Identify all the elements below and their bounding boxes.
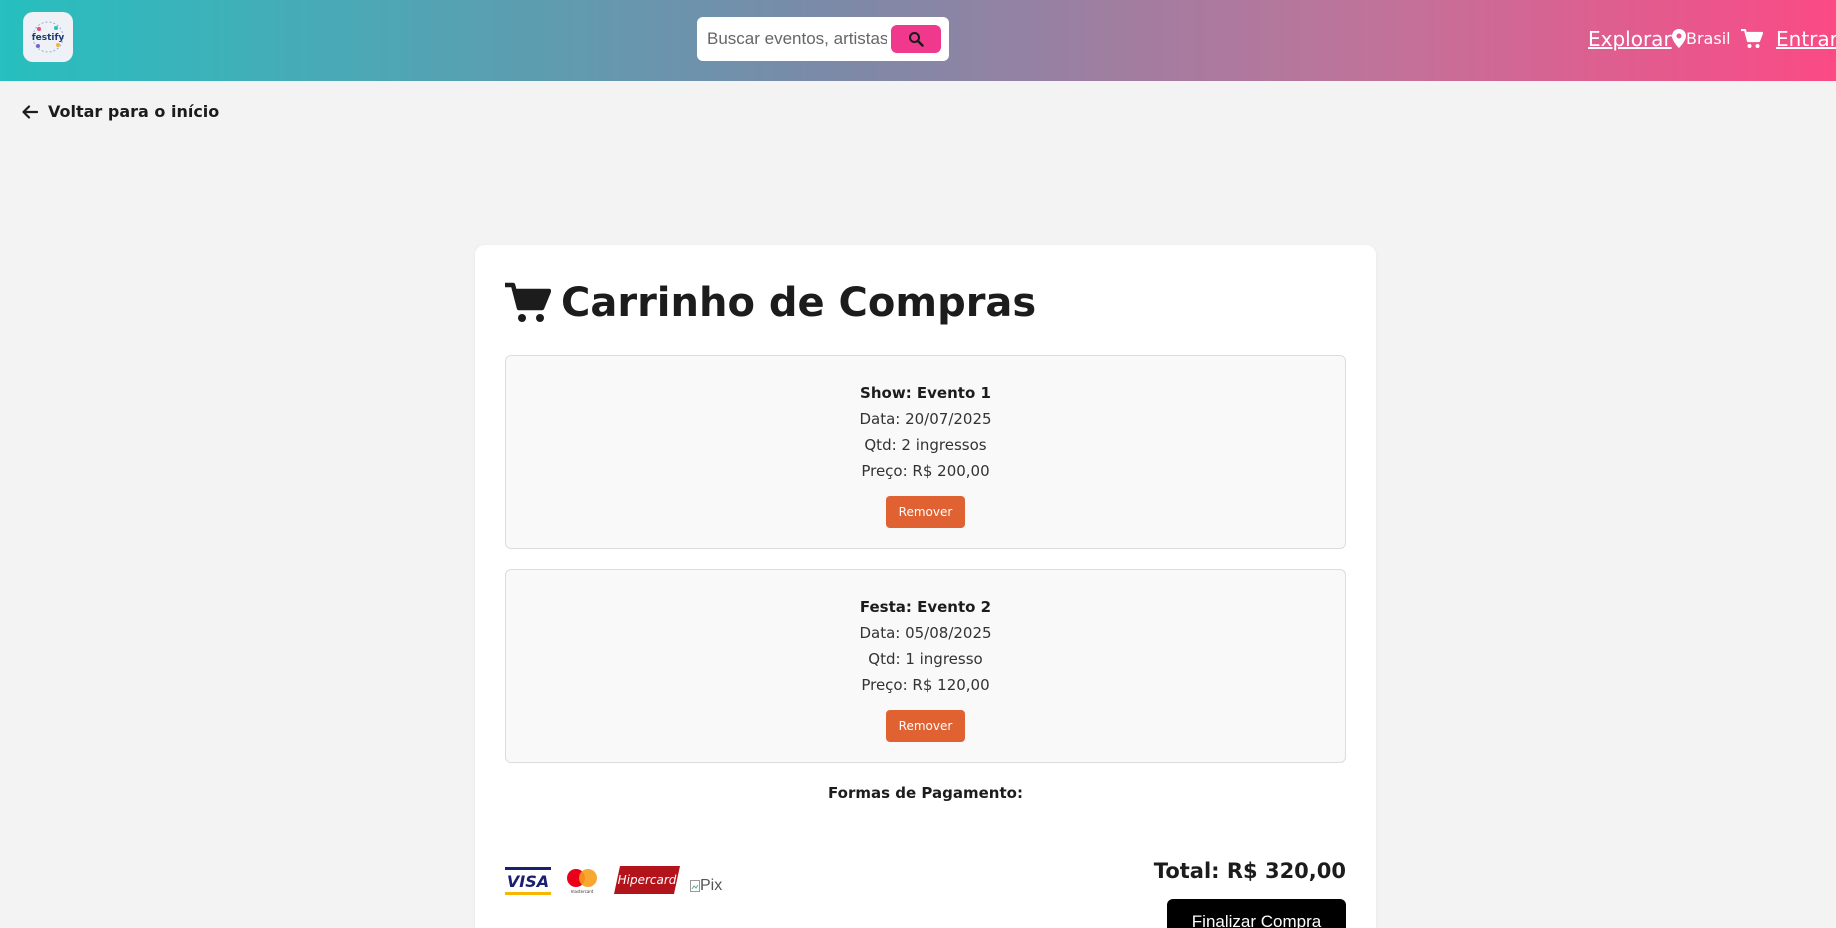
festify-logo[interactable]: festify xyxy=(23,12,73,62)
item-quantity: Qtd: 2 ingressos xyxy=(864,436,987,454)
location-selector[interactable]: Brasil xyxy=(1672,29,1731,48)
item-price: Preço: R$ 120,00 xyxy=(861,676,990,694)
back-to-home-link[interactable]: Voltar para o início xyxy=(22,102,219,121)
item-name: Show: Evento 1 xyxy=(860,384,991,402)
search-input[interactable] xyxy=(707,25,887,53)
cart-card: Carrinho de Compras Show: Evento 1 Data:… xyxy=(475,245,1376,928)
svg-text:Hipercard: Hipercard xyxy=(618,873,677,887)
cart-icon xyxy=(1741,28,1764,48)
top-header: festify Explorar Brasil Entrar xyxy=(0,0,1836,81)
payment-methods-title: Formas de Pagamento: xyxy=(828,784,1023,802)
remove-item-button[interactable]: Remover xyxy=(886,710,965,742)
pix-logo: Pix xyxy=(690,877,722,895)
cart-item: Festa: Evento 2 Data: 05/08/2025 Qtd: 1 … xyxy=(505,569,1346,763)
page-title-text: Carrinho de Compras xyxy=(561,280,1037,326)
hipercard-logo: Hipercard xyxy=(614,866,680,894)
cart-button[interactable] xyxy=(1741,28,1764,53)
cart-total: Total: R$ 320,00 xyxy=(1153,859,1346,883)
mastercard-logo: mastercard xyxy=(567,869,597,894)
item-price: Preço: R$ 200,00 xyxy=(861,462,990,480)
checkout-button[interactable]: Finalizar Compra xyxy=(1167,899,1346,928)
item-name: Festa: Evento 2 xyxy=(859,598,992,616)
svg-text:VISA: VISA xyxy=(507,872,549,891)
svg-text:festify: festify xyxy=(32,33,65,43)
nav-explore-link[interactable]: Explorar xyxy=(1588,27,1672,51)
back-link-label: Voltar para o início xyxy=(48,102,220,121)
remove-item-button[interactable]: Remover xyxy=(886,496,965,528)
search-icon xyxy=(909,32,924,47)
search-box xyxy=(697,17,949,61)
page-title: Carrinho de Compras xyxy=(505,280,1036,326)
pix-alt-text: Pix xyxy=(700,877,723,894)
nav-login-link[interactable]: Entrar xyxy=(1776,27,1836,51)
item-quantity: Qtd: 1 ingresso xyxy=(868,650,983,668)
arrow-left-icon xyxy=(22,104,38,119)
search-button[interactable] xyxy=(891,25,941,53)
festify-logo-graphic: festify xyxy=(32,21,65,53)
payment-methods: VISA mastercard Hipercard Pix xyxy=(505,865,722,895)
cart-item: Show: Evento 1 Data: 20/07/2025 Qtd: 2 i… xyxy=(505,355,1346,549)
item-date: Data: 20/07/2025 xyxy=(859,410,992,428)
location-label: Brasil xyxy=(1686,29,1731,48)
cart-icon xyxy=(505,282,551,322)
visa-logo: VISA xyxy=(505,867,551,895)
location-pin-icon xyxy=(1672,29,1686,48)
svg-text:mastercard: mastercard xyxy=(571,889,594,894)
item-date: Data: 05/08/2025 xyxy=(859,624,992,642)
broken-image-icon xyxy=(690,880,700,892)
